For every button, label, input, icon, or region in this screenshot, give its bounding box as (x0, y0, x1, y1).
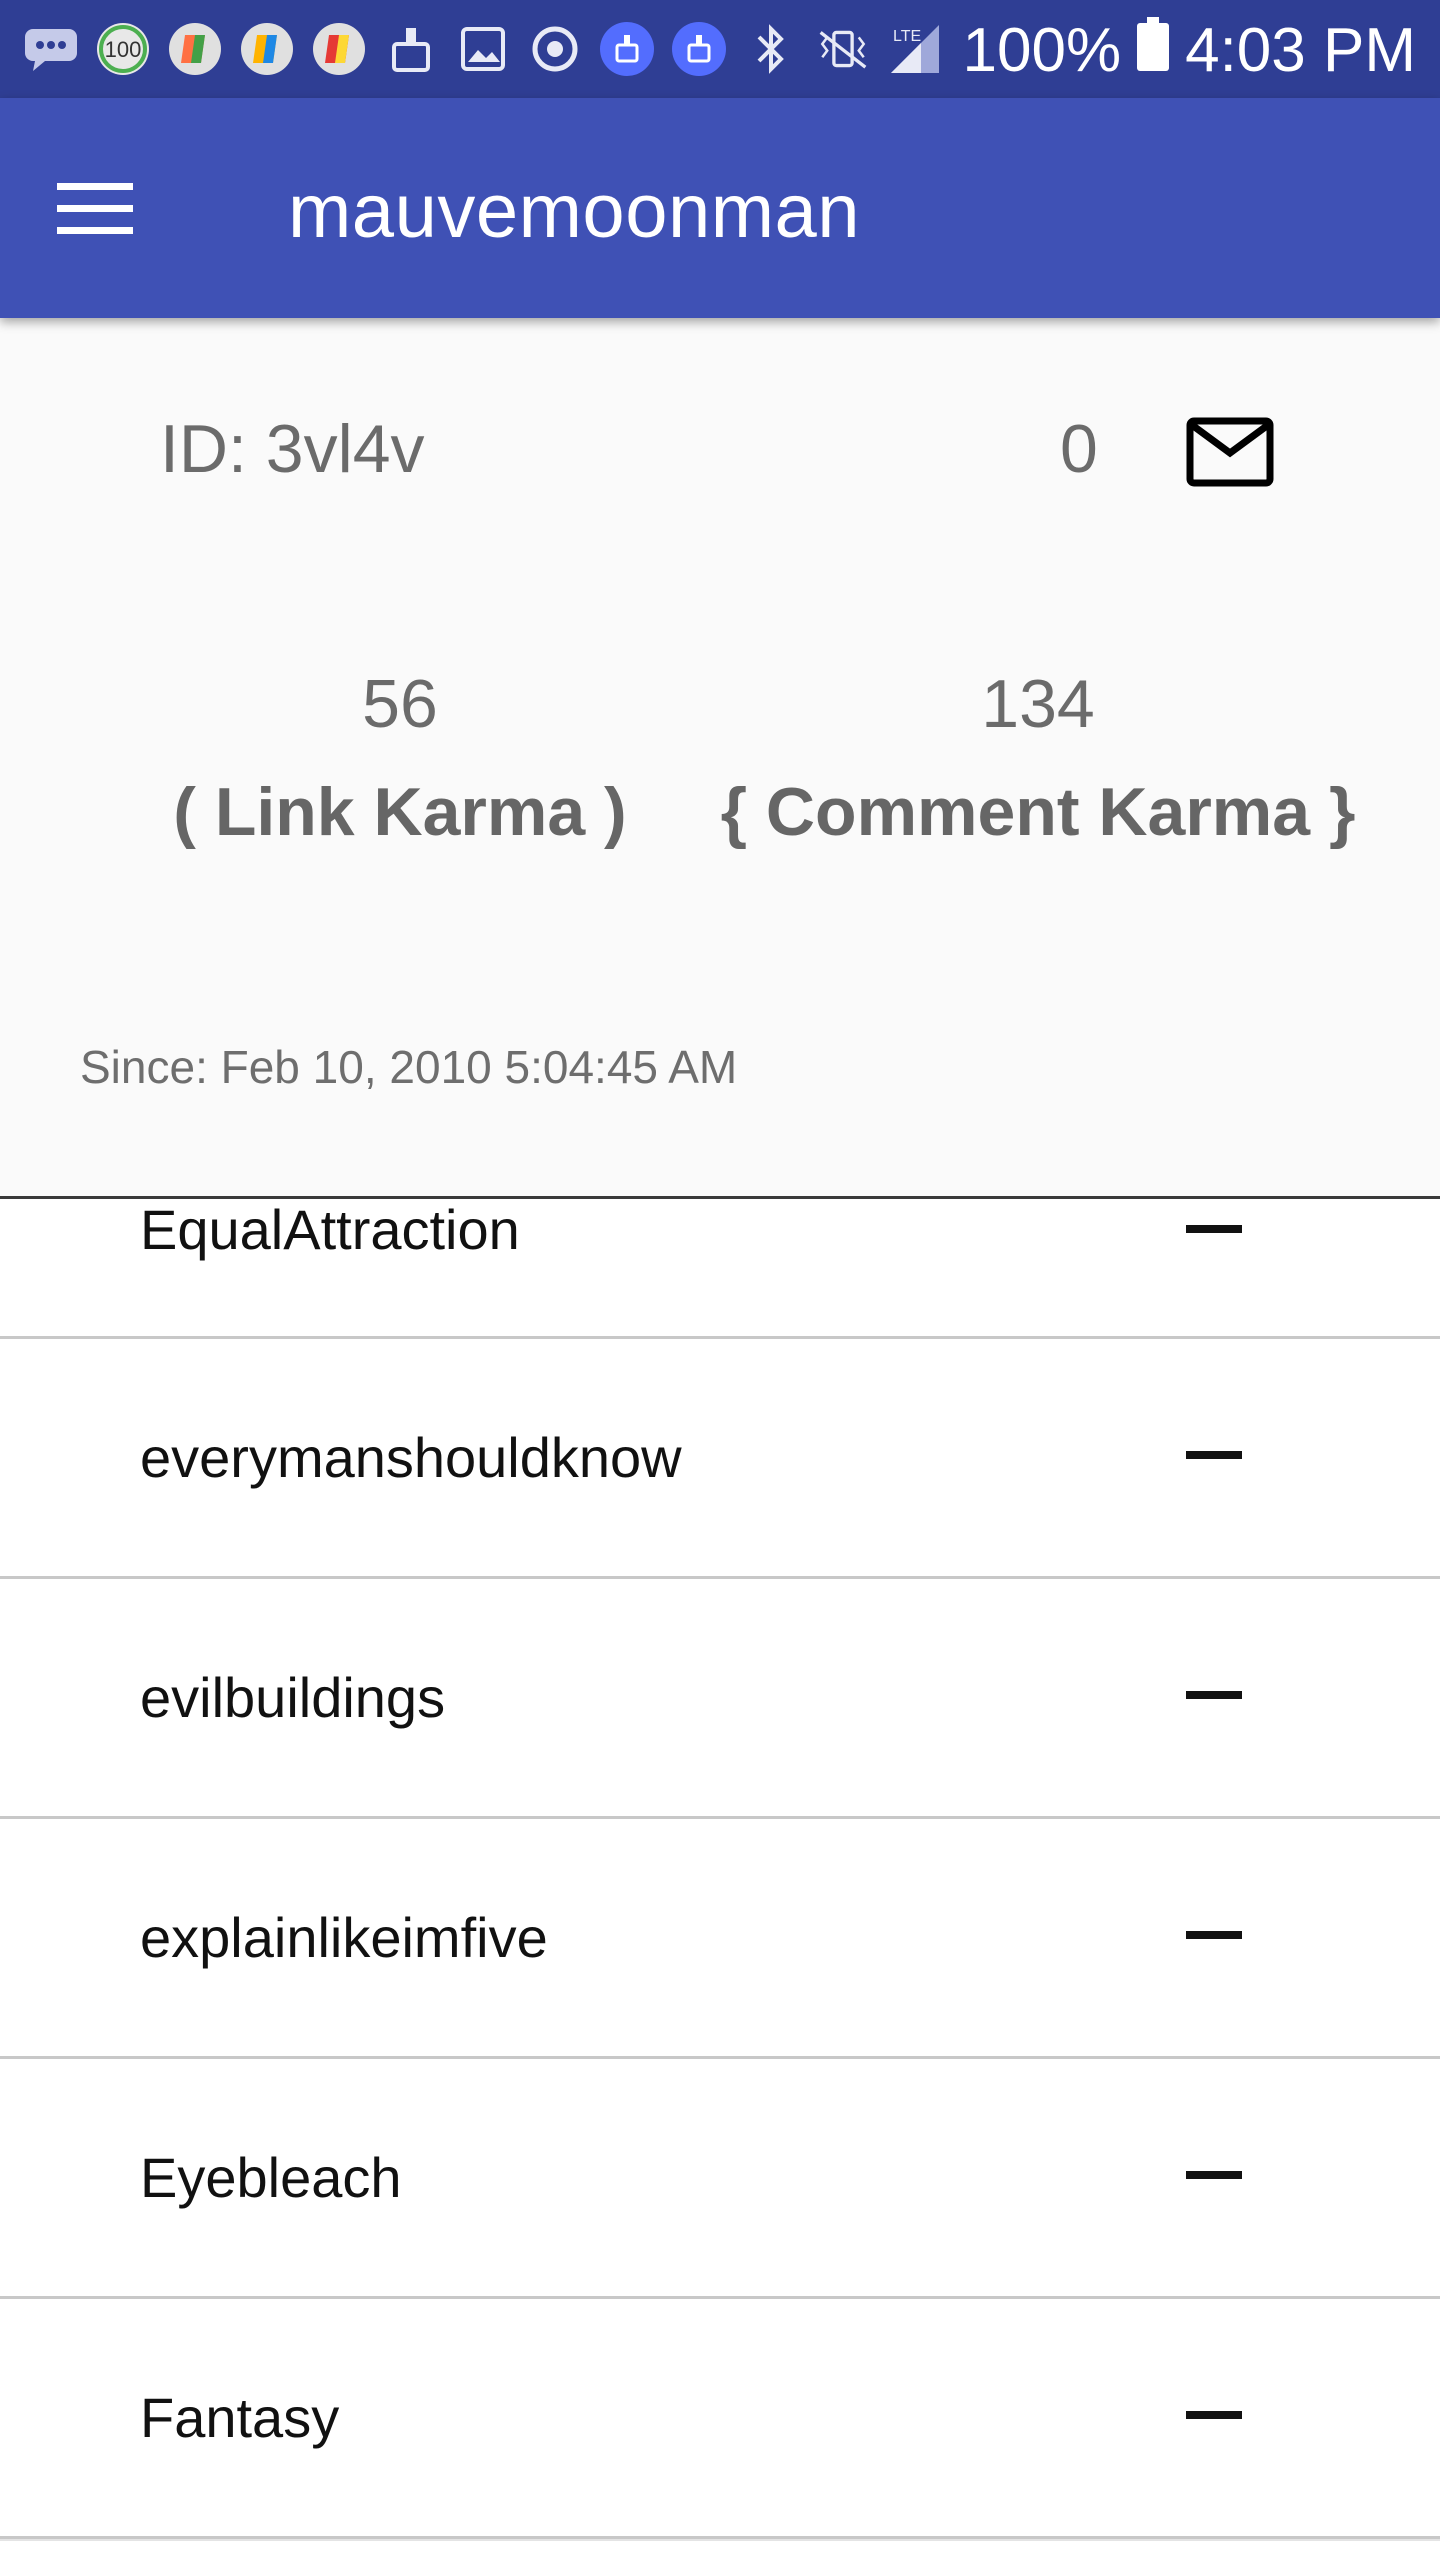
gallery-icon (454, 20, 512, 78)
badge-100-icon: 100 (94, 20, 152, 78)
svg-text:100: 100 (105, 37, 142, 62)
chat-icon (22, 20, 80, 78)
cleaner-icon (598, 20, 656, 78)
mail-icon (1186, 417, 1274, 487)
hamburger-menu-button[interactable] (40, 154, 150, 264)
svg-text:LTE: LTE (893, 28, 921, 45)
minus-icon[interactable] (1186, 1931, 1242, 1939)
comment-karma-label: { Comment Karma } (720, 774, 1356, 850)
subreddit-name: evilbuildings (140, 1666, 446, 1729)
vibrate-icon (814, 20, 872, 78)
subreddit-name: EqualAttraction (140, 1198, 520, 1261)
link-karma-label: ( Link Karma ) (173, 774, 627, 850)
battery-icon (1137, 15, 1170, 86)
minus-icon[interactable] (1186, 1691, 1242, 1699)
list-item[interactable]: evilbuildings (0, 1579, 1440, 1819)
status-bar: 100 LTE 100% 4:03 PM (0, 0, 1440, 98)
minus-icon[interactable] (1186, 2171, 1242, 2179)
sync-icon (526, 20, 584, 78)
subreddit-name: Fantasy (140, 2386, 340, 2449)
link-karma-value: 56 (362, 666, 438, 742)
signal-icon: LTE (886, 20, 944, 78)
member-since: Since: Feb 10, 2010 5:04:45 AM (80, 1041, 738, 1093)
notification-icons: 100 LTE (22, 18, 944, 80)
minus-icon[interactable] (1186, 1451, 1242, 1459)
link-karma: 56 ( Link Karma ) (170, 670, 630, 846)
comment-karma: 134 { Comment Karma } (718, 670, 1358, 846)
list-item[interactable]: Fantasy (0, 2299, 1440, 2539)
subreddit-list: EqualAttraction everymanshouldknow evilb… (0, 1198, 1440, 2539)
mail-button[interactable] (1180, 410, 1280, 494)
minus-icon[interactable] (1186, 1225, 1242, 1233)
app-icon (238, 20, 296, 78)
app-icon (166, 20, 224, 78)
subreddit-name: everymanshouldknow (140, 1426, 682, 1489)
hamburger-icon (57, 183, 133, 234)
minus-icon[interactable] (1186, 2411, 1242, 2419)
cleaner-icon (670, 20, 728, 78)
battery-percent: 100% (962, 15, 1122, 85)
clock: 4:03 PM (1185, 15, 1416, 85)
comment-karma-value: 134 (981, 666, 1095, 742)
user-id: ID: 3vl4v (160, 411, 425, 487)
subreddit-name: explainlikeimfive (140, 1906, 548, 1969)
cleaner-icon (382, 20, 440, 78)
list-item[interactable]: everymanshouldknow (0, 1339, 1440, 1579)
app-bar: mauvemoonman (0, 98, 1440, 318)
list-item[interactable]: EqualAttraction (0, 1198, 1440, 1339)
profile-header: ID: 3vl4v 0 56 ( Link Karma ) 134 { Comm… (0, 318, 1440, 1199)
subreddit-name: Eyebleach (140, 2146, 402, 2209)
page-title: mauvemoonman (288, 169, 861, 254)
list-item[interactable]: explainlikeimfive (0, 1819, 1440, 2059)
app-icon (310, 20, 368, 78)
list-item[interactable]: Eyebleach (0, 2059, 1440, 2299)
status-right: 100% 4:03 PM (963, 10, 1416, 90)
bluetooth-icon (742, 20, 800, 78)
message-count: 0 (1060, 411, 1098, 487)
